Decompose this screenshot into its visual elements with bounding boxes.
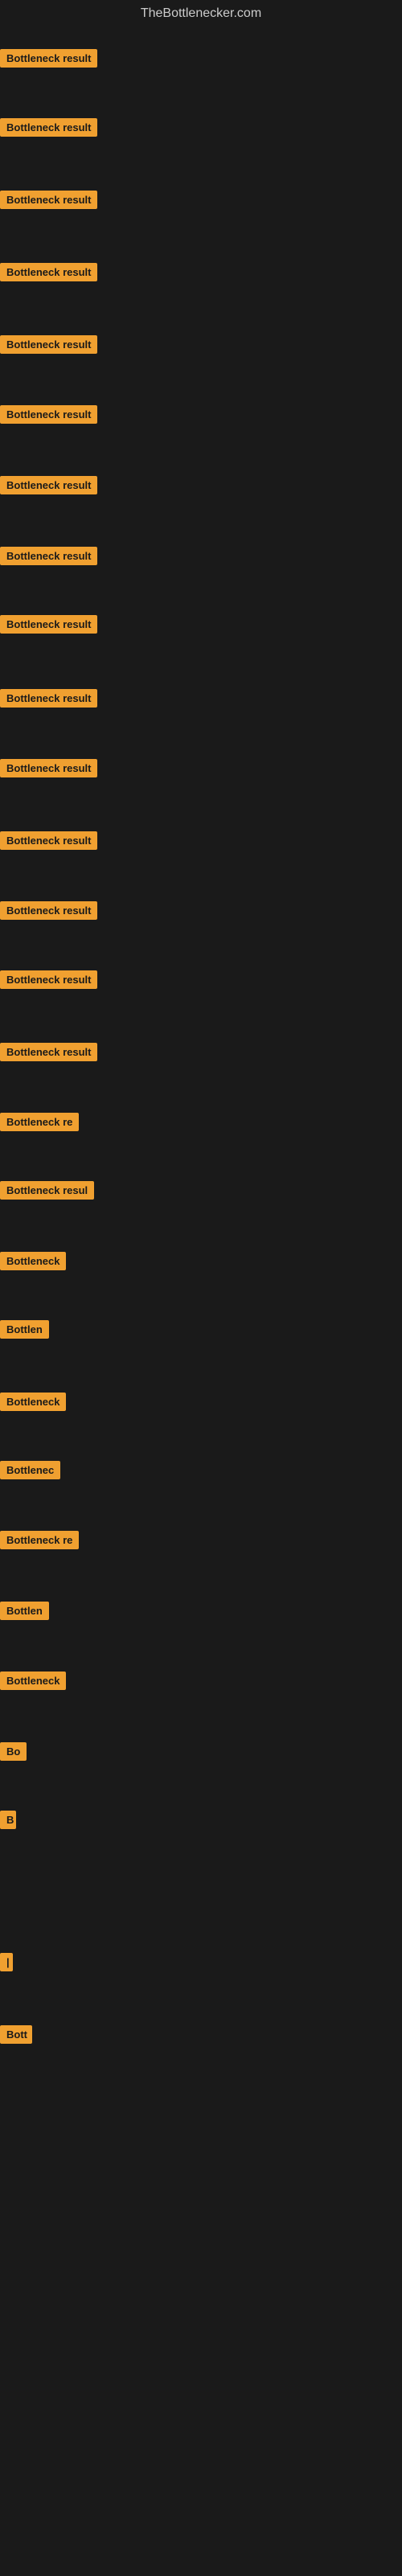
bottleneck-result-item: Bott <box>0 2025 32 2048</box>
bottleneck-badge: | <box>0 1953 13 1971</box>
bottleneck-badge: Bottleneck result <box>0 191 97 209</box>
bottleneck-result-item: Bottleneck result <box>0 759 97 781</box>
bottleneck-badge: Bottleneck result <box>0 615 97 634</box>
bottleneck-result-item: Bottleneck result <box>0 405 97 428</box>
bottleneck-result-item: Bottleneck result <box>0 901 97 924</box>
bottleneck-badge: Bottleneck result <box>0 547 97 565</box>
bottleneck-result-item: Bo <box>0 1742 27 1765</box>
bottleneck-result-item: Bottlen <box>0 1602 49 1624</box>
bottleneck-badge: Bottleneck result <box>0 118 97 137</box>
bottleneck-result-item: Bottleneck result <box>0 191 97 213</box>
bottleneck-badge: Bott <box>0 2025 32 2044</box>
bottleneck-badge: Bottleneck result <box>0 476 97 494</box>
bottleneck-result-item: | <box>0 1953 13 1975</box>
bottleneck-result-item: Bottleneck result <box>0 547 97 569</box>
bottleneck-badge: Bottleneck result <box>0 49 97 68</box>
bottleneck-badge: Bottleneck result <box>0 405 97 424</box>
bottleneck-badge: Bottleneck result <box>0 689 97 708</box>
bottleneck-result-item: Bottlenec <box>0 1461 60 1483</box>
bottleneck-badge: Bottleneck result <box>0 263 97 281</box>
bottleneck-badge: Bottleneck result <box>0 335 97 354</box>
bottleneck-result-item: Bottleneck result <box>0 335 97 358</box>
bottleneck-badge: Bottleneck resul <box>0 1181 94 1200</box>
bottleneck-badge: Bottleneck <box>0 1393 66 1411</box>
bottleneck-result-item: Bottleneck <box>0 1672 66 1694</box>
bottleneck-result-item: Bottleneck re <box>0 1531 79 1553</box>
bottleneck-result-item: Bottleneck result <box>0 476 97 498</box>
bottleneck-result-item: Bottleneck result <box>0 831 97 854</box>
bottleneck-result-item: Bottleneck re <box>0 1113 79 1135</box>
bottleneck-result-item: Bottleneck result <box>0 689 97 712</box>
bottleneck-badge: Bo <box>0 1742 27 1761</box>
bottleneck-badge: Bottlen <box>0 1602 49 1620</box>
bottleneck-badge: Bottlenec <box>0 1461 60 1479</box>
bottleneck-badge: Bottleneck re <box>0 1531 79 1549</box>
bottleneck-result-item: Bottlen <box>0 1320 49 1343</box>
bottleneck-result-item: Bottleneck result <box>0 1043 97 1065</box>
bottleneck-badge: Bottleneck <box>0 1252 66 1270</box>
bottleneck-badge: Bottleneck result <box>0 759 97 777</box>
bottleneck-result-item: Bottleneck result <box>0 970 97 993</box>
bottleneck-badge: B <box>0 1811 16 1829</box>
bottleneck-result-item: Bottleneck resul <box>0 1181 94 1204</box>
bottleneck-badge: Bottleneck result <box>0 901 97 920</box>
bottleneck-result-item: Bottleneck result <box>0 263 97 285</box>
bottleneck-badge: Bottleneck <box>0 1672 66 1690</box>
bottleneck-badge: Bottleneck result <box>0 970 97 989</box>
bottleneck-badge: Bottleneck result <box>0 831 97 850</box>
bottleneck-badge: Bottleneck result <box>0 1043 97 1061</box>
bottleneck-result-item: Bottleneck result <box>0 49 97 72</box>
bottleneck-badge: Bottleneck re <box>0 1113 79 1131</box>
bottleneck-result-item: Bottleneck result <box>0 615 97 638</box>
bottleneck-result-item: B <box>0 1811 16 1833</box>
bottleneck-badge: Bottlen <box>0 1320 49 1339</box>
bottleneck-result-item: Bottleneck result <box>0 118 97 141</box>
site-title: TheBottlenecker.com <box>0 0 402 27</box>
bottleneck-result-item: Bottleneck <box>0 1393 66 1415</box>
bottleneck-result-item: Bottleneck <box>0 1252 66 1274</box>
